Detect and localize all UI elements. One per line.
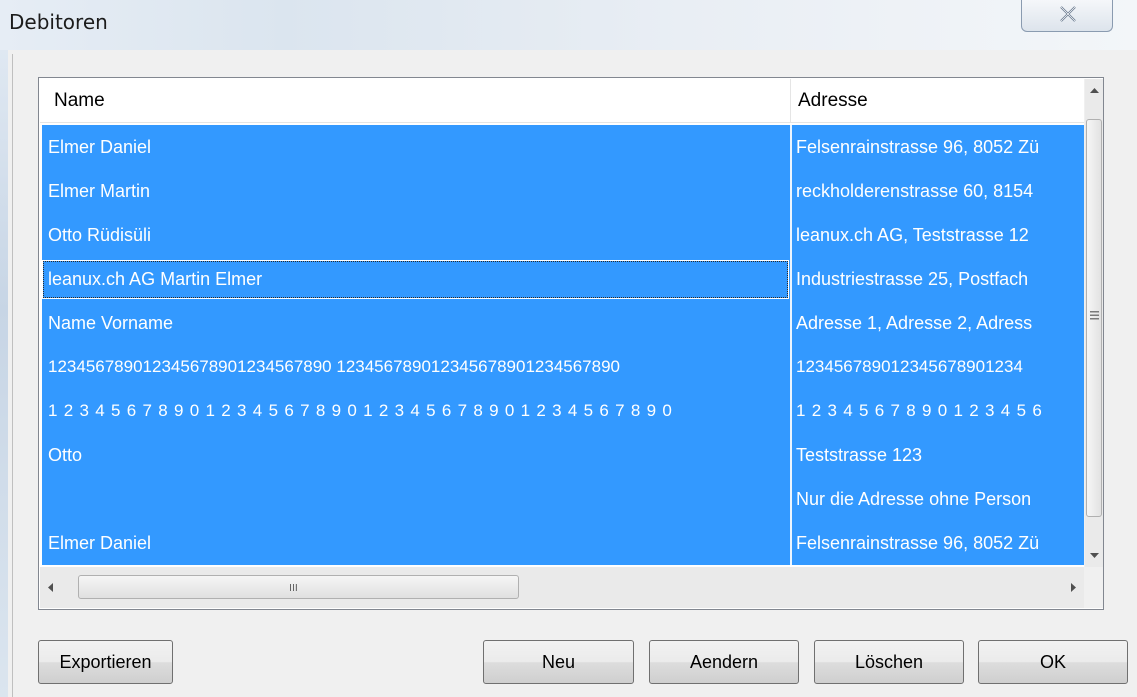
cell-name: Elmer Martin <box>48 181 151 201</box>
cell-name <box>48 477 788 521</box>
cell-address: 1234567890123456 <box>796 401 1049 420</box>
arrow-right-icon <box>1071 583 1076 592</box>
scroll-left-button[interactable] <box>40 567 62 608</box>
list-item-focused[interactable]: leanux.ch AG Martin Elmer Industriestras… <box>42 257 1084 301</box>
close-icon <box>1060 6 1076 22</box>
title-bar: Debitoren <box>0 0 1137 50</box>
cell-name: Otto <box>48 445 83 465</box>
horizontal-scroll-thumb[interactable]: III <box>78 575 519 599</box>
list-item[interactable]: Nur die Adresse ohne Person <box>42 477 1084 521</box>
list-item[interactable]: Otto Teststrasse 123 <box>42 433 1084 477</box>
cell-address: Felsenrainstrasse 96, 8052 Zü <box>796 137 1040 157</box>
horizontal-scrollbar[interactable]: III <box>40 567 1084 608</box>
list-header: Name Adresse <box>40 79 1101 125</box>
scroll-up-button[interactable] <box>1085 79 1103 101</box>
window-border <box>0 50 8 697</box>
scroll-right-button[interactable] <box>1062 567 1084 608</box>
cell-address: Adresse 1, Adresse 2, Adress <box>796 313 1033 333</box>
cell-name: Name Vorname <box>48 313 174 333</box>
list-item[interactable]: 1234567890123456789012345678901234567890… <box>42 389 1084 433</box>
list-item[interactable]: Elmer Daniel Felsenrainstrasse 96, 8052 … <box>42 125 1084 169</box>
list-item[interactable]: 123456789012345678901234567890 123456789… <box>42 345 1084 389</box>
cell-address: leanux.ch AG, Teststrasse 12 <box>796 225 1029 245</box>
scrollbar-corner <box>1084 567 1103 608</box>
column-header-name[interactable]: Name <box>40 79 791 123</box>
arrow-up-icon <box>1090 88 1099 93</box>
cell-name: Elmer Daniel <box>48 137 152 157</box>
cell-name: leanux.ch AG Martin Elmer <box>48 269 263 289</box>
list-item[interactable]: Elmer Martin reckholderenstrasse 60, 815… <box>42 169 1084 213</box>
close-button[interactable] <box>1021 0 1113 32</box>
edit-button[interactable]: Aendern <box>649 640 799 684</box>
ok-button[interactable]: OK <box>978 640 1128 684</box>
cell-address: Teststrasse 123 <box>796 445 923 465</box>
cell-name: Otto Rüdisüli <box>48 225 152 245</box>
delete-button[interactable]: Löschen <box>814 640 964 684</box>
list-item[interactable]: Otto Rüdisüli leanux.ch AG, Teststrasse … <box>42 213 1084 257</box>
export-button[interactable]: Exportieren <box>38 640 173 684</box>
grip-icon <box>1090 311 1099 320</box>
cell-address: reckholderenstrasse 60, 8154 <box>796 181 1034 201</box>
column-header-adresse[interactable]: Adresse <box>791 79 1101 123</box>
cell-address: Industriestrasse 25, Postfach <box>796 269 1029 289</box>
cell-name: 123456789012345678901234567890 123456789… <box>48 357 620 376</box>
list-item[interactable]: Name Vorname Adresse 1, Adresse 2, Adres… <box>42 301 1084 345</box>
debitoren-list[interactable]: Name Adresse Elmer Daniel Felsenrainstra… <box>38 77 1104 610</box>
arrow-left-icon <box>48 583 53 592</box>
cell-address: Felsenrainstrasse 96, 8052 Zü <box>796 533 1040 553</box>
grip-icon: III <box>289 583 298 594</box>
vertical-scrollbar[interactable] <box>1084 79 1103 567</box>
vertical-scroll-thumb[interactable] <box>1086 119 1102 517</box>
cell-name: Elmer Daniel <box>48 533 152 553</box>
cell-address: 123456789012345678901234 <box>796 357 1023 376</box>
arrow-down-icon <box>1090 553 1099 558</box>
cell-address: Nur die Adresse ohne Person <box>796 489 1032 509</box>
scroll-down-button[interactable] <box>1085 545 1103 567</box>
new-button[interactable]: Neu <box>483 640 634 684</box>
window-title: Debitoren <box>9 10 108 34</box>
list-rows: Elmer Daniel Felsenrainstrasse 96, 8052 … <box>42 125 1084 565</box>
cell-name: 1234567890123456789012345678901234567890 <box>48 401 679 420</box>
list-item[interactable]: Elmer Daniel Felsenrainstrasse 96, 8052 … <box>42 521 1084 565</box>
